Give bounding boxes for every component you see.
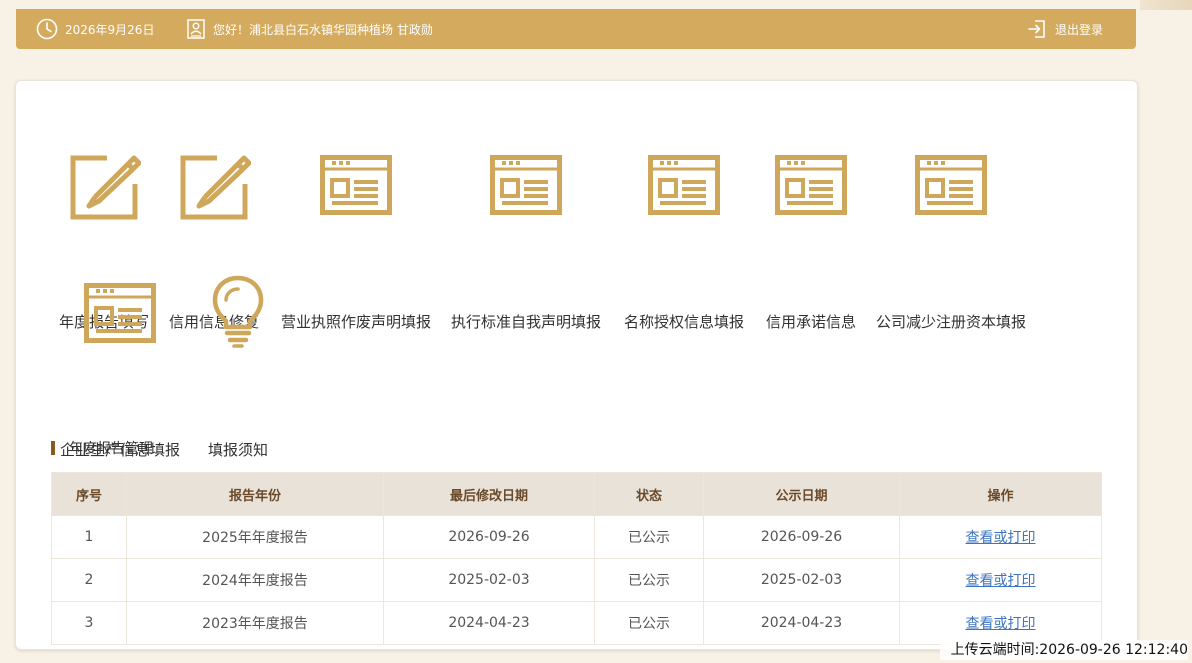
cell-modified: 2024-04-23 xyxy=(383,601,595,645)
cell-year: 2025年年度报告 xyxy=(126,515,384,559)
user-greeting: 您好！浦北县白石水镇华园种植场 甘政勋 xyxy=(186,9,433,49)
tile-label: 名称授权信息填报 xyxy=(623,313,744,331)
lightbulb-icon xyxy=(196,275,280,349)
logout-icon xyxy=(1026,18,1048,40)
corner-decoration xyxy=(1140,0,1192,10)
tile-label: 营业执照作废声明填报 xyxy=(280,313,431,331)
cell-year: 2024年年度报告 xyxy=(126,558,384,602)
cell-published: 2025-02-03 xyxy=(703,558,900,602)
table-row: 3 2023年年度报告 2024-04-23 已公示 2024-04-23 查看… xyxy=(51,601,1102,645)
form-window-icon xyxy=(766,155,856,215)
tile-label: 公司减少注册资本填报 xyxy=(875,313,1026,331)
form-window-icon xyxy=(624,155,744,215)
table-header-row: 序号 报告年份 最后修改日期 状态 公示日期 操作 xyxy=(51,472,1102,516)
tile-capital-reduction[interactable]: 公司减少注册资本填报 xyxy=(876,151,1026,331)
tile-production-info[interactable]: 企业生产信息填报 xyxy=(60,279,180,459)
section-title: 年度报告管理 xyxy=(51,440,153,457)
tile-filing-notice[interactable]: 填报须知 xyxy=(196,275,280,459)
cell-action: 查看或打印 xyxy=(899,558,1102,602)
cell-modified: 2026-09-26 xyxy=(383,515,595,559)
cell-no: 1 xyxy=(51,515,127,559)
cell-year: 2023年年度报告 xyxy=(126,601,384,645)
tile-label: 执行标准自我声明填报 xyxy=(450,313,601,331)
cell-status: 已公示 xyxy=(594,601,704,645)
column-header-no: 序号 xyxy=(51,472,127,516)
cell-modified: 2025-02-03 xyxy=(383,558,595,602)
edit-icon xyxy=(64,151,144,221)
form-window-icon xyxy=(64,283,176,343)
table-row: 1 2025年年度报告 2026-09-26 已公示 2026-09-26 查看… xyxy=(51,515,1102,559)
tile-label: 信用承诺信息 xyxy=(765,313,856,331)
cell-published: 2024-04-23 xyxy=(703,601,900,645)
section-title-text: 年度报告管理 xyxy=(69,441,153,457)
section-marker xyxy=(51,441,55,455)
upload-time-overlay: 上传云端时间:2026-09-26 12:12:40 xyxy=(940,640,1188,660)
column-header-modified: 最后修改日期 xyxy=(383,472,595,516)
edit-icon xyxy=(174,151,254,221)
tile-credit-repair[interactable]: 信用信息修复 xyxy=(169,151,259,331)
cell-action: 查看或打印 xyxy=(899,601,1102,645)
date-display: 2026年9月26日 xyxy=(36,9,154,49)
logout-label: 退出登录 xyxy=(1055,22,1104,37)
view-print-link[interactable]: 查看或打印 xyxy=(966,573,1036,589)
tile-standard-self-declaration[interactable]: 执行标准自我声明填报 xyxy=(451,151,601,331)
cell-action: 查看或打印 xyxy=(899,515,1102,559)
form-window-icon xyxy=(281,155,431,215)
cell-published: 2026-09-26 xyxy=(703,515,900,559)
top-bar: 2026年9月26日 您好！浦北县白石水镇华园种植场 甘政勋 退出登录 xyxy=(16,9,1136,49)
logout-button[interactable]: 退出登录 xyxy=(1026,9,1103,49)
annual-report-table: 序号 报告年份 最后修改日期 状态 公示日期 操作 1 2025年年度报告 20… xyxy=(51,472,1102,645)
cell-status: 已公示 xyxy=(594,558,704,602)
tile-label: 填报须知 xyxy=(207,441,268,459)
column-header-published: 公示日期 xyxy=(703,472,900,516)
column-header-action: 操作 xyxy=(899,472,1102,516)
view-print-link[interactable]: 查看或打印 xyxy=(966,616,1036,632)
page: 2026年9月26日 您好！浦北县白石水镇华园种植场 甘政勋 退出登录 年度报告… xyxy=(0,0,1192,663)
column-header-year: 报告年份 xyxy=(126,472,384,516)
column-header-status: 状态 xyxy=(594,472,704,516)
user-badge-icon xyxy=(186,18,206,40)
cell-status: 已公示 xyxy=(594,515,704,559)
form-window-icon xyxy=(451,155,601,215)
table-row: 2 2024年年度报告 2025-02-03 已公示 2025-02-03 查看… xyxy=(51,558,1102,602)
date-text: 2026年9月26日 xyxy=(65,22,155,37)
tile-annual-report-fill[interactable]: 年度报告填写 xyxy=(59,151,149,331)
clock-icon xyxy=(36,18,58,40)
tile-name-authorization[interactable]: 名称授权信息填报 xyxy=(624,151,744,331)
tile-license-void-statement[interactable]: 营业执照作废声明填报 xyxy=(281,151,431,331)
tile-credit-commitment[interactable]: 信用承诺信息 xyxy=(766,151,856,331)
cell-no: 3 xyxy=(51,601,127,645)
cell-no: 2 xyxy=(51,558,127,602)
view-print-link[interactable]: 查看或打印 xyxy=(966,530,1036,546)
form-window-icon xyxy=(876,155,1026,215)
greeting-text: 您好！浦北县白石水镇华园种植场 甘政勋 xyxy=(213,22,433,37)
